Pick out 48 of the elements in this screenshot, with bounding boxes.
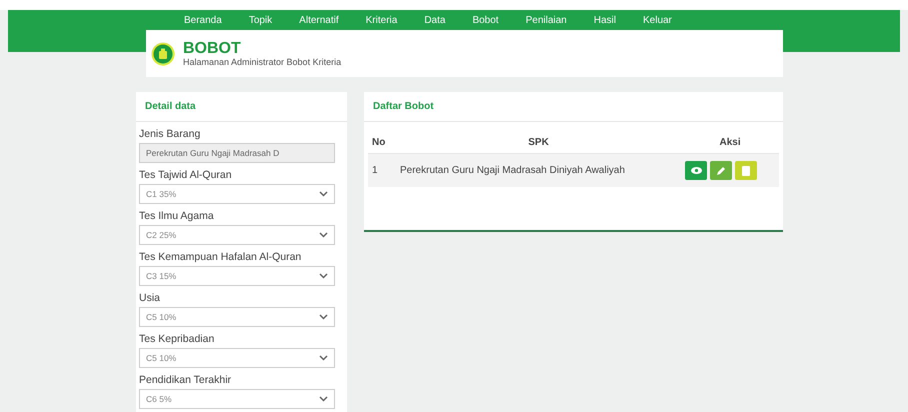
select-value: C5 10% [146, 312, 176, 322]
nav-link[interactable]: Beranda [184, 14, 222, 26]
select-field[interactable]: C5 10% [139, 307, 335, 327]
panel-title: Detail data [136, 92, 347, 122]
pencil-icon [716, 166, 726, 176]
select-value: C6 5% [146, 394, 172, 404]
field-label: Tes Ilmu Agama [139, 210, 215, 222]
table-cell: Perekrutan Guru Ngaji Madrasah Diniyah Awaliyah [396, 154, 682, 187]
chevron-down-icon [319, 191, 328, 197]
select-field[interactable]: C1 35% [139, 184, 335, 204]
select-field[interactable]: C6 5% [139, 389, 335, 409]
select-value: C2 25% [146, 230, 176, 240]
table-cell: 1 [368, 154, 396, 187]
nav-link[interactable]: Data [424, 14, 446, 26]
panel-title: Daftar Bobot [364, 92, 783, 122]
select-field[interactable]: C5 10% [139, 348, 335, 368]
field-label: Jenis Barang [139, 128, 202, 140]
nav-link[interactable]: Keluar [642, 14, 672, 26]
eye-icon [690, 167, 702, 174]
chevron-down-icon [319, 232, 328, 238]
select-field[interactable]: C3 15% [139, 266, 335, 286]
chevron-down-icon [319, 314, 328, 320]
edit-button[interactable] [710, 161, 732, 180]
nav-link[interactable]: Kriteria [366, 14, 398, 26]
view-button[interactable] [685, 161, 708, 180]
chevron-down-icon [319, 396, 328, 402]
nav-link[interactable]: Alternatif [299, 14, 339, 26]
trash-icon [742, 166, 750, 176]
nav-link[interactable]: Hasil [594, 14, 616, 26]
field-label: Tes Tajwid Al-Quran [139, 169, 233, 181]
select-value: C5 10% [146, 353, 176, 363]
page-subtitle: Halamanan Administrator Bobot Kriteria [183, 57, 342, 67]
scale-icon [151, 42, 175, 66]
nav-link[interactable]: Penilaian [526, 14, 567, 26]
nav-link[interactable]: Bobot [472, 14, 499, 26]
chevron-down-icon [319, 273, 328, 279]
field-label: Tes Kemampuan Hafalan Al-Quran [139, 251, 302, 263]
field-label: Usia [139, 292, 162, 304]
select-value: C3 15% [146, 271, 176, 281]
field-label: Tes Kepribadian [139, 333, 216, 345]
page-title: BOBOT [183, 40, 242, 57]
chevron-down-icon [319, 355, 328, 361]
nav-link[interactable]: Topik [248, 14, 272, 26]
text-field[interactable]: Perekrutan Guru Ngaji Madrasah D [139, 143, 335, 163]
field-label: Pendidikan Terakhir [139, 374, 232, 386]
select-value: C1 35% [146, 189, 176, 199]
delete-button[interactable] [735, 161, 758, 180]
select-field[interactable]: C2 25% [139, 225, 335, 245]
